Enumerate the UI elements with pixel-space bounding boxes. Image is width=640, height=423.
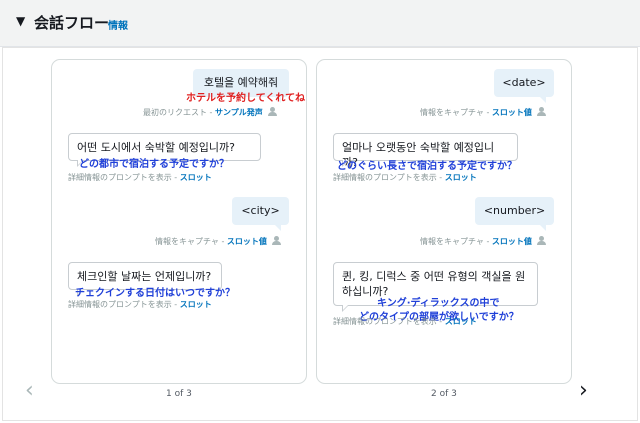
- translation-annotation: どのぐらい長さで宿泊する予定ですか？: [337, 161, 517, 172]
- meta-label: 情報をキャプチャ -: [155, 237, 227, 246]
- prompt-line: 퀸, 킹, 디럭스 중 어떤 유형의 객실을 원: [342, 270, 526, 283]
- slot-value-link[interactable]: スロット値: [227, 237, 267, 246]
- meta-label: 詳細情報のプロンプトを表示 -: [333, 317, 445, 326]
- sample-utterance-link[interactable]: サンプル発声: [215, 108, 263, 117]
- meta-label: 情報をキャプチャ -: [420, 108, 492, 117]
- slot-link[interactable]: スロット: [180, 300, 212, 309]
- capture-meta: 情報をキャプチャ - スロット値: [420, 107, 546, 118]
- user-slot-bubble: <number>: [475, 197, 554, 231]
- prompt-meta: 詳細情報のプロンプトを表示 - スロット: [333, 316, 477, 327]
- prompt-meta: 詳細情報のプロンプトを表示 - スロット: [68, 299, 212, 310]
- previous-card-button[interactable]: ‹: [25, 380, 34, 402]
- info-link[interactable]: 情報: [108, 17, 128, 32]
- slot-link[interactable]: スロット: [180, 173, 212, 182]
- user-icon: [267, 107, 277, 116]
- utterance-meta: 最初のリクエスト - サンプル発声: [143, 107, 277, 118]
- slot-link[interactable]: スロット: [445, 173, 477, 182]
- slot-value-link[interactable]: スロット値: [492, 237, 532, 246]
- collapse-caret-icon[interactable]: ▼: [16, 14, 25, 28]
- prompt-meta: 詳細情報のプロンプトを表示 - スロット: [333, 172, 477, 183]
- user-icon: [536, 107, 546, 116]
- translation-annotation: チェクインする日付はいつですか？: [75, 288, 235, 299]
- section-title: 会話フロー: [34, 14, 110, 32]
- section-header: ▼ 会話フロー 情報: [0, 0, 640, 47]
- meta-label: 情報をキャプチャ -: [420, 237, 492, 246]
- user-icon: [271, 236, 281, 245]
- meta-label: 最初のリクエスト -: [143, 108, 215, 117]
- translation-annotation: キング·ディラックスの中で: [377, 298, 500, 309]
- slot-value-link[interactable]: スロット値: [492, 108, 532, 117]
- user-slot-bubble: <date>: [494, 69, 554, 103]
- prompt-meta: 詳細情報のプロンプトを表示 - スロット: [68, 172, 212, 183]
- user-icon: [536, 236, 546, 245]
- translation-annotation: ホテルを予約してくれてね: [186, 93, 306, 104]
- card-page-indicator: 1 of 3: [166, 389, 192, 399]
- meta-label: 詳細情報のプロンプトを表示 -: [333, 173, 445, 182]
- meta-label: 詳細情報のプロンプトを表示 -: [68, 173, 180, 182]
- next-card-button[interactable]: ›: [579, 380, 588, 402]
- capture-meta: 情報をキャプチャ - スロット値: [155, 236, 281, 247]
- capture-meta: 情報をキャプチャ - スロット値: [420, 236, 546, 247]
- translation-annotation: どの都市で宿泊する予定ですか？: [79, 159, 229, 170]
- slot-link[interactable]: スロット: [445, 317, 477, 326]
- card-page-indicator: 2 of 3: [431, 389, 457, 399]
- user-slot-bubble: <city>: [232, 197, 289, 231]
- meta-label: 詳細情報のプロンプトを表示 -: [68, 300, 180, 309]
